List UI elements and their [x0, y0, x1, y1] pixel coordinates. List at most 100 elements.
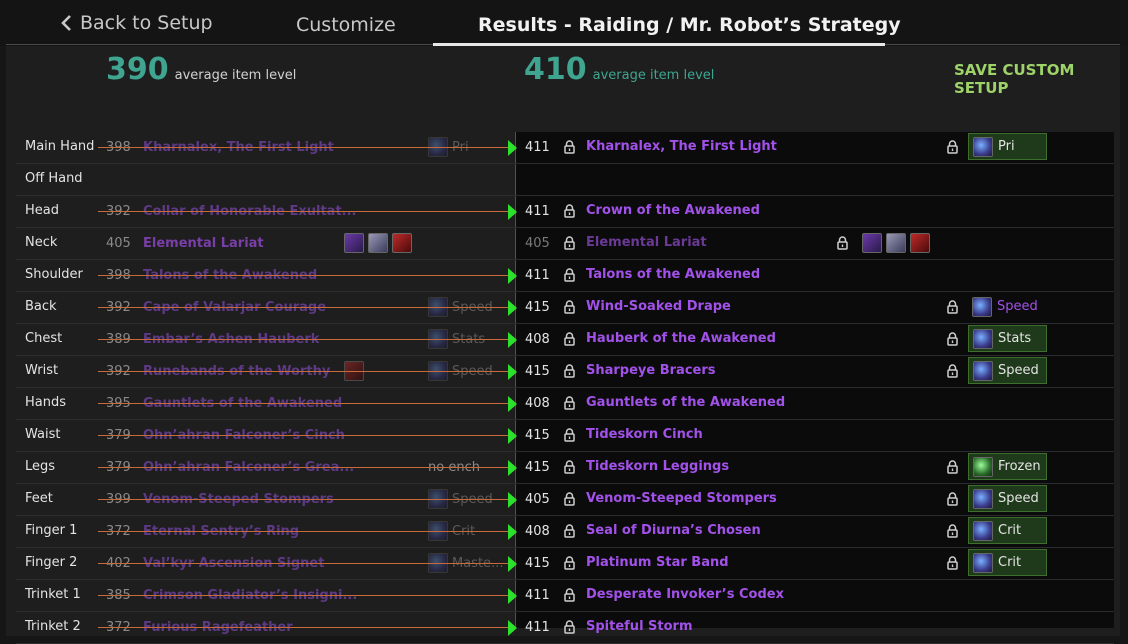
gear-row: Back 392 Cape of Valarjar Courage Speed 415 W…	[16, 292, 1114, 324]
new-item-ilvl: 411	[525, 140, 550, 155]
new-item-name[interactable]: Seal of Diurna’s Chosen	[586, 523, 761, 538]
new-enchant[interactable]: Speed	[968, 293, 1047, 320]
lock-icon[interactable]	[564, 491, 575, 506]
upgrade-arrow-icon	[508, 492, 517, 508]
new-enchant[interactable]: Speed	[968, 485, 1047, 512]
lock-icon[interactable]	[564, 331, 575, 346]
lock-icon[interactable]	[564, 427, 575, 442]
new-item-name[interactable]: Wind-Soaked Drape	[586, 299, 731, 314]
new-item-name[interactable]: Spiteful Storm	[586, 619, 693, 634]
save-custom-setup-button[interactable]: SAVE CUSTOM SETUP	[954, 61, 1128, 97]
lock-icon[interactable]	[564, 267, 575, 282]
new-item-name[interactable]: Crown of the Awakened	[586, 203, 760, 218]
new-enchant-label: Speed	[998, 491, 1039, 506]
new-item-name[interactable]: Platinum Star Band	[586, 555, 729, 570]
strikethrough-line	[98, 563, 510, 564]
strikethrough-line	[98, 371, 510, 372]
new-item-name[interactable]: Venom-Steeped Stompers	[586, 491, 777, 506]
gear-row: Shoulder 398 Talons of the Awakened 411 Talo…	[16, 260, 1114, 292]
new-item-ilvl: 408	[525, 332, 550, 347]
lock-icon[interactable]	[564, 523, 575, 538]
lock-icon[interactable]	[564, 587, 575, 602]
gear-row: Legs 379 Ohn’ahran Falconer’s Grea... no en…	[16, 452, 1114, 484]
new-item-name[interactable]: Sharpeye Bracers	[586, 363, 716, 378]
strikethrough-line	[98, 595, 510, 596]
new-item-name[interactable]: Elemental Lariat	[586, 235, 707, 250]
new-ilvl-label: average item level	[592, 68, 715, 83]
slot-label: Finger 2	[25, 555, 78, 570]
new-item-name[interactable]: Tideskorn Leggings	[586, 459, 729, 474]
current-ilvl-value: 390	[106, 52, 169, 87]
gem-silver-icon	[368, 233, 388, 253]
lock-icon[interactable]	[564, 363, 575, 378]
current-item-name[interactable]: Elemental Lariat	[143, 236, 264, 251]
lock-icon[interactable]	[564, 395, 575, 410]
slot-label: Hands	[25, 395, 67, 410]
new-enchant[interactable]: Speed	[968, 357, 1047, 384]
slot-label: Chest	[25, 331, 63, 346]
slot-label: Feet	[25, 491, 53, 506]
new-enchant-label: Stats	[998, 331, 1032, 346]
lock-icon[interactable]	[564, 619, 575, 634]
new-item-name[interactable]: Kharnalex, The First Light	[586, 139, 777, 154]
strikethrough-line	[98, 403, 510, 404]
upgrade-arrow-icon	[508, 588, 517, 604]
enchant-lock-icon[interactable]	[947, 299, 958, 314]
enchant-lock-icon[interactable]	[947, 459, 958, 474]
slot-label: Back	[25, 299, 57, 314]
enchant-lock-icon[interactable]	[947, 555, 958, 570]
new-item-name[interactable]: Hauberk of the Awakened	[586, 331, 776, 346]
new-item-ilvl: 408	[525, 396, 550, 411]
strikethrough-line	[98, 275, 510, 276]
tab-results[interactable]: Results - Raiding / Mr. Robot’s Strategy	[478, 14, 901, 36]
slot-label: Off Hand	[25, 171, 83, 186]
tab-customize[interactable]: Customize	[296, 14, 396, 36]
new-enchant[interactable]: Pri	[968, 133, 1047, 160]
new-item-name[interactable]: Gauntlets of the Awakened	[586, 395, 785, 410]
enchant-lock-icon[interactable]	[947, 491, 958, 506]
gem-lock-icon[interactable]	[837, 235, 848, 250]
enchant-lock-icon[interactable]	[947, 139, 958, 154]
enchant-lock-icon[interactable]	[947, 363, 958, 378]
lock-icon[interactable]	[564, 203, 575, 218]
new-enchant[interactable]: Frozen	[968, 453, 1047, 480]
upgrade-arrow-icon	[508, 524, 517, 540]
strikethrough-line	[98, 435, 510, 436]
new-item-ilvl: 408	[525, 524, 550, 539]
upgrade-arrow-icon	[508, 140, 517, 156]
gem-red-icon	[910, 233, 930, 253]
enchant-icon	[973, 328, 993, 349]
enchant-lock-icon[interactable]	[947, 523, 958, 538]
strikethrough-line	[98, 531, 510, 532]
current-ilvl-label: average item level	[174, 68, 297, 83]
strikethrough-line	[98, 211, 510, 212]
new-enchant[interactable]: Crit	[968, 549, 1047, 576]
strikethrough-line	[98, 307, 510, 308]
slot-label: Neck	[25, 235, 58, 250]
new-item-name[interactable]: Tideskorn Cinch	[586, 427, 703, 442]
new-item-name[interactable]: Talons of the Awakened	[586, 267, 760, 282]
lock-icon[interactable]	[564, 235, 575, 250]
new-item-ilvl: 415	[525, 556, 550, 571]
new-enchant[interactable]: Crit	[968, 517, 1047, 544]
new-item-ilvl: 415	[525, 364, 550, 379]
gem-purple-icon	[344, 233, 364, 253]
lock-icon[interactable]	[564, 139, 575, 154]
back-to-setup-link[interactable]: Back to Setup	[60, 12, 213, 34]
new-item-name[interactable]: Desperate Invoker’s Codex	[586, 587, 784, 602]
lock-icon[interactable]	[564, 299, 575, 314]
current-item-gems	[344, 233, 412, 253]
new-item-ilvl: 405	[525, 492, 550, 507]
slot-label: Trinket 1	[25, 587, 81, 602]
lock-icon[interactable]	[564, 459, 575, 474]
enchant-lock-icon[interactable]	[947, 331, 958, 346]
new-item-ilvl: 405	[525, 236, 550, 251]
lock-icon[interactable]	[564, 555, 575, 570]
gear-row: Hands 395 Gauntlets of the Awakened 408 Gaun…	[16, 388, 1114, 420]
new-enchant-label: Speed	[997, 299, 1038, 314]
new-enchant[interactable]: Stats	[968, 325, 1047, 352]
new-enchant-label: Frozen	[998, 459, 1041, 474]
enchant-icon	[973, 552, 993, 573]
slot-label: Legs	[25, 459, 56, 474]
gear-row: Waist 379 Ohn’ahran Falconer’s Cinch 415 Tid…	[16, 420, 1114, 452]
